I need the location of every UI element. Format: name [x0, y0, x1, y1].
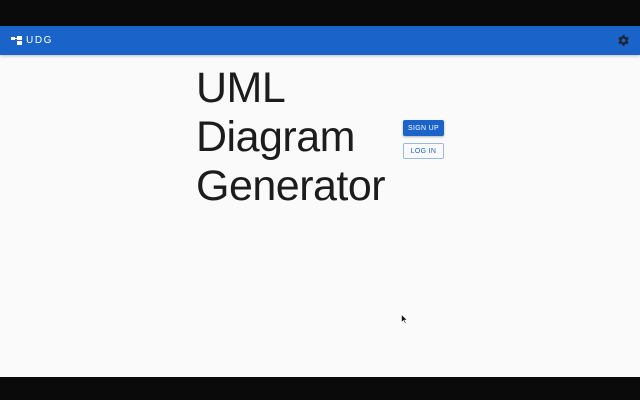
bottom-letterbox [0, 377, 640, 400]
top-letterbox [0, 0, 640, 26]
gear-icon [618, 35, 629, 46]
title-line: Generator [196, 162, 386, 210]
mouse-pointer [401, 314, 408, 324]
app-bar: UDG [0, 26, 640, 55]
sign-up-button[interactable]: SIGN UP [403, 120, 444, 136]
app-window: UDG UML Diagram Generator SIGN UP LOG IN [0, 26, 640, 377]
page-title: UML Diagram Generator [196, 64, 396, 211]
settings-button[interactable] [617, 34, 630, 47]
title-line: Diagram [196, 113, 356, 161]
logo-blocks-icon [11, 36, 22, 45]
brand-name: UDG [26, 35, 54, 46]
cursor-arrow-icon [401, 314, 408, 324]
brand-home-link[interactable]: UDG [11, 26, 53, 55]
title-line: UML [196, 64, 286, 112]
log-in-button[interactable]: LOG IN [403, 143, 444, 159]
